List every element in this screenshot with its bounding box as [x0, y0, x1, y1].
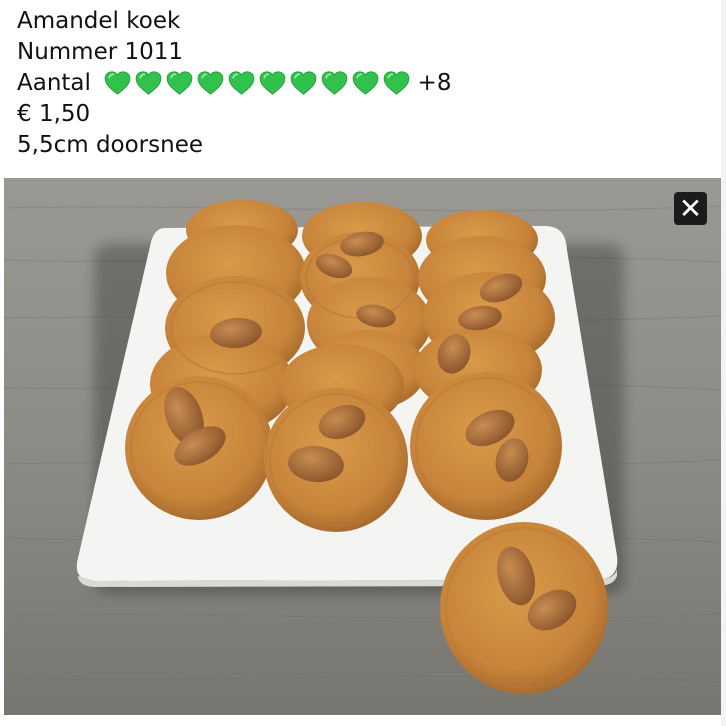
item-price: € 1,50 — [17, 101, 91, 127]
item-title: Amandel koek — [17, 8, 181, 34]
green-heart-icon — [104, 70, 131, 95]
green-heart-icon — [290, 70, 317, 95]
green-heart-icon — [197, 70, 224, 95]
quantity-hearts — [104, 70, 410, 95]
item-number: Nummer 1011 — [17, 39, 184, 65]
green-heart-icon — [166, 70, 193, 95]
post-view: Amandel koek Nummer 1011 Aantal +8 € 1,5… — [0, 0, 726, 726]
cookie-plate-image — [4, 178, 721, 715]
close-button[interactable]: ✕ — [674, 192, 707, 225]
green-heart-icon — [135, 70, 162, 95]
green-heart-icon — [228, 70, 255, 95]
post-caption: Amandel koek Nummer 1011 Aantal +8 € 1,5… — [17, 6, 707, 161]
green-heart-icon — [259, 70, 286, 95]
scrollbar-track[interactable] — [721, 0, 726, 726]
green-heart-icon — [352, 70, 379, 95]
item-quantity: Aantal +8 — [17, 68, 707, 99]
quantity-label: Aantal — [17, 70, 91, 96]
quantity-extra: +8 — [417, 70, 452, 96]
green-heart-icon — [383, 70, 410, 95]
close-icon: ✕ — [678, 191, 703, 225]
item-size: 5,5cm doorsnee — [17, 132, 203, 158]
green-heart-icon — [321, 70, 348, 95]
product-photo[interactable] — [4, 178, 721, 715]
